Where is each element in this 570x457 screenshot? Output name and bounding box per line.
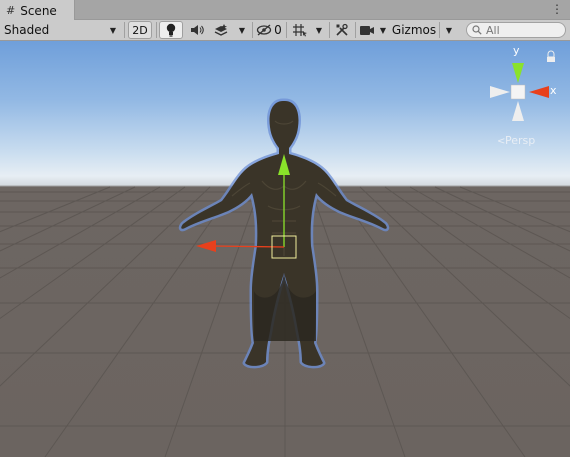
lock-body-icon	[547, 57, 555, 62]
gizmos-button[interactable]: Gizmos	[391, 21, 437, 39]
audio-toggle-button[interactable]	[186, 21, 208, 39]
tools-toggle-button[interactable]	[331, 21, 353, 39]
neg-y-axis-cone-icon[interactable]	[512, 101, 524, 121]
toolbar-divider	[355, 22, 356, 38]
neg-x-axis-cone-icon[interactable]	[490, 86, 510, 98]
gizmo-x-label: x	[550, 84, 557, 97]
scene-viewport[interactable]: < y x Persp	[0, 41, 570, 457]
grid-toggle-button[interactable]	[289, 21, 311, 39]
chevron-down-icon: ▼	[445, 25, 453, 35]
scene-render: <	[0, 50, 570, 457]
toolbar-divider	[286, 22, 287, 38]
2d-label: 2D	[132, 23, 148, 37]
projection-mode-label[interactable]: Persp	[505, 134, 535, 147]
hidden-objects-count: 0	[274, 23, 282, 37]
grid-snap-icon	[293, 24, 307, 37]
shading-mode-value: Shaded	[4, 23, 50, 37]
video-camera-icon	[360, 25, 374, 35]
tools-wrench-icon	[336, 23, 348, 36]
center-cube-icon[interactable]	[510, 84, 526, 100]
speaker-icon	[191, 25, 204, 35]
grid-hash-icon: #	[6, 4, 16, 17]
2d-toggle-button[interactable]: 2D	[128, 21, 152, 39]
gizmos-label: Gizmos	[391, 23, 437, 37]
camera-dropdown[interactable]: ▼	[377, 21, 389, 39]
grid-dropdown[interactable]: ▼	[312, 21, 326, 39]
hierarchy-search-input[interactable]: All	[466, 22, 566, 38]
toolbar-divider	[156, 22, 157, 38]
gizmo-y-label: y	[513, 44, 520, 57]
toolbar-divider	[329, 22, 330, 38]
camera-button[interactable]	[357, 21, 377, 39]
eye-hidden-icon	[257, 24, 272, 36]
orientation-gizmo[interactable]	[490, 50, 555, 121]
search-icon	[472, 25, 482, 35]
lighting-toggle-button[interactable]	[159, 21, 183, 39]
toolbar-divider	[252, 22, 253, 38]
chevron-down-icon: ▼	[379, 25, 387, 35]
x-axis-cone-icon[interactable]	[529, 86, 549, 98]
chevron-down-icon: ▼	[315, 25, 323, 35]
scene-tab-label: Scene	[20, 3, 57, 18]
toolbar-divider	[124, 22, 125, 38]
chevron-down-icon: ▼	[238, 25, 246, 35]
lightbulb-icon	[166, 23, 176, 37]
effects-dropdown[interactable]: ▼	[234, 21, 250, 39]
tab-bar: # Scene ⋮	[0, 0, 570, 21]
effects-toggle-button[interactable]	[210, 21, 232, 39]
y-axis-cone-icon[interactable]	[512, 63, 524, 83]
scene-tab[interactable]: # Scene	[0, 0, 75, 21]
toolbar-divider	[439, 22, 440, 38]
layers-effects-icon	[214, 24, 228, 36]
x-axis-arrow-handle[interactable]	[196, 240, 216, 252]
more-options-icon[interactable]: ⋮	[551, 2, 563, 16]
search-placeholder: All	[486, 23, 500, 37]
scene-visibility-button[interactable]: 0	[254, 21, 284, 39]
shading-mode-dropdown[interactable]: Shaded ▼	[2, 21, 120, 39]
chevron-down-icon: ▼	[109, 25, 116, 35]
lock-icon[interactable]	[547, 50, 555, 58]
scene-toolbar: Shaded ▼ 2D ▼ 0 ▼ ▼ Gizmos ▼ All	[0, 20, 570, 41]
gizmos-dropdown[interactable]: ▼	[441, 21, 457, 39]
